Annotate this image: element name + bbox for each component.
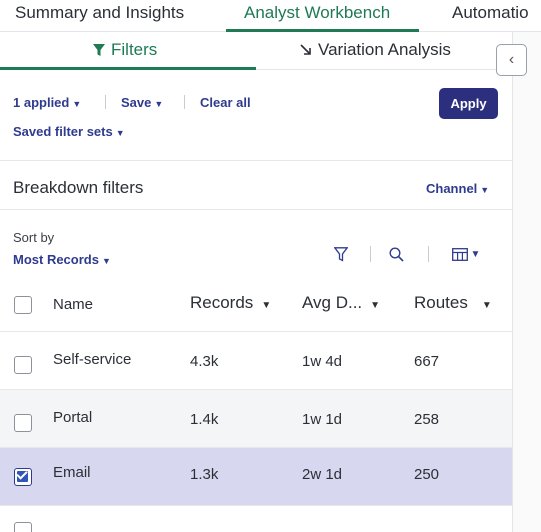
separator xyxy=(105,95,106,109)
select-all-checkbox[interactable] xyxy=(14,296,32,314)
separator xyxy=(184,95,185,109)
cell-routes: 667 xyxy=(414,353,440,370)
sort-caret-icon: ▼ xyxy=(481,300,492,311)
cell-records: 4.3k xyxy=(190,353,219,370)
top-tab-bar: Summary and Insights Analyst Workbench A… xyxy=(0,0,541,32)
cell-name: Portal xyxy=(53,409,93,426)
sort-by-value: Most Records xyxy=(13,252,99,267)
columns-icon xyxy=(451,247,468,261)
column-header-avg-label: Avg D... xyxy=(302,293,363,312)
caret-down-icon: ▼ xyxy=(101,256,111,266)
variation-arrow-icon xyxy=(300,44,311,55)
apply-button[interactable]: Apply xyxy=(439,88,498,119)
table-row[interactable]: Self-service 4.3k 1w 4d 667 xyxy=(0,332,512,390)
applied-filters-dropdown[interactable]: 1 applied ▼ xyxy=(13,95,81,110)
separator xyxy=(370,246,371,262)
column-header-routes-label: Routes xyxy=(414,293,468,312)
sort-caret-icon: ▼ xyxy=(261,300,272,311)
cell-avg-duration: 1w 1d xyxy=(302,411,343,428)
column-header-records[interactable]: Records ▼ xyxy=(190,293,271,313)
active-subtab-indicator xyxy=(0,67,256,70)
table-row[interactable]: Portal 1.4k 1w 1d 258 xyxy=(0,390,512,448)
tab-variation-analysis[interactable]: Variation Analysis xyxy=(300,40,451,60)
filter-panel: Filters Variation Analysis 1 applied ▼ Sa… xyxy=(0,32,512,532)
cell-routes: 250 xyxy=(414,466,440,483)
channel-label: Channel xyxy=(426,181,478,196)
column-header-records-label: Records xyxy=(190,293,254,312)
cell-records: 1.4k xyxy=(190,411,219,428)
caret-down-icon: ▼ xyxy=(154,99,164,109)
caret-down-icon: ▼ xyxy=(72,99,82,109)
check-icon xyxy=(16,468,28,480)
sort-by-label: Sort by xyxy=(13,230,55,245)
sort-by-dropdown[interactable]: Most Records ▼ xyxy=(13,252,111,267)
cell-records: 1.3k xyxy=(190,466,219,483)
separator xyxy=(428,246,429,262)
tab-summary-and-insights[interactable]: Summary and Insights xyxy=(15,3,184,23)
applied-filters-label: 1 applied xyxy=(13,95,70,110)
search-icon[interactable] xyxy=(386,244,406,264)
tab-automation[interactable]: Automatio xyxy=(452,3,529,23)
tab-variation-analysis-label: Variation Analysis xyxy=(318,40,451,59)
clear-all-link[interactable]: Clear all xyxy=(200,95,251,110)
cell-routes: 258 xyxy=(414,411,440,428)
column-header-name[interactable]: Name xyxy=(53,296,93,313)
tab-analyst-workbench[interactable]: Analyst Workbench xyxy=(244,3,390,23)
sub-tab-bar: Filters Variation Analysis xyxy=(0,32,512,70)
caret-down-icon: ▼ xyxy=(115,128,125,138)
cell-name: Self-service xyxy=(53,351,132,368)
funnel-icon[interactable] xyxy=(331,244,351,264)
breakdown-filters-header: Breakdown filters Channel ▼ xyxy=(0,170,512,210)
right-gutter xyxy=(513,32,541,532)
save-label: Save xyxy=(121,95,152,110)
columns-menu-button[interactable]: ▼ xyxy=(446,244,486,264)
save-dropdown[interactable]: Save ▼ xyxy=(121,95,163,110)
saved-filter-sets-dropdown[interactable]: Saved filter sets ▼ xyxy=(13,124,125,139)
table-header-row: Name Records ▼ Avg D... ▼ Routes ▼ xyxy=(0,280,512,332)
table-row-partial xyxy=(0,506,512,532)
tab-filters[interactable]: Filters xyxy=(93,40,157,60)
cell-avg-duration: 1w 4d xyxy=(302,353,343,370)
breakdown-filters-title: Breakdown filters xyxy=(13,178,144,197)
row-checkbox[interactable] xyxy=(14,522,32,532)
cell-name: Email xyxy=(53,464,91,481)
filter-icon xyxy=(93,43,105,56)
saved-filter-sets-label: Saved filter sets xyxy=(13,124,113,139)
row-checkbox-checked[interactable] xyxy=(14,468,32,486)
cell-avg-duration: 2w 1d xyxy=(302,466,343,483)
column-header-avg-duration[interactable]: Avg D... ▼ xyxy=(302,293,380,313)
sort-caret-icon: ▼ xyxy=(370,300,381,311)
row-checkbox[interactable] xyxy=(14,356,32,374)
channel-dropdown[interactable]: Channel ▼ xyxy=(426,181,489,196)
tab-filters-label: Filters xyxy=(111,40,158,59)
column-header-routes[interactable]: Routes ▼ xyxy=(414,293,492,313)
chevron-left-icon: ‹ xyxy=(508,51,515,68)
caret-down-icon: ▼ xyxy=(480,185,490,195)
row-checkbox[interactable] xyxy=(14,414,32,432)
collapse-panel-button[interactable]: ‹ xyxy=(496,44,527,76)
caret-down-icon: ▼ xyxy=(470,248,481,260)
filter-actions: 1 applied ▼ Save ▼ Clear all Saved filter … xyxy=(0,71,512,161)
table-row[interactable]: Email 1.3k 2w 1d 250 xyxy=(0,448,512,506)
